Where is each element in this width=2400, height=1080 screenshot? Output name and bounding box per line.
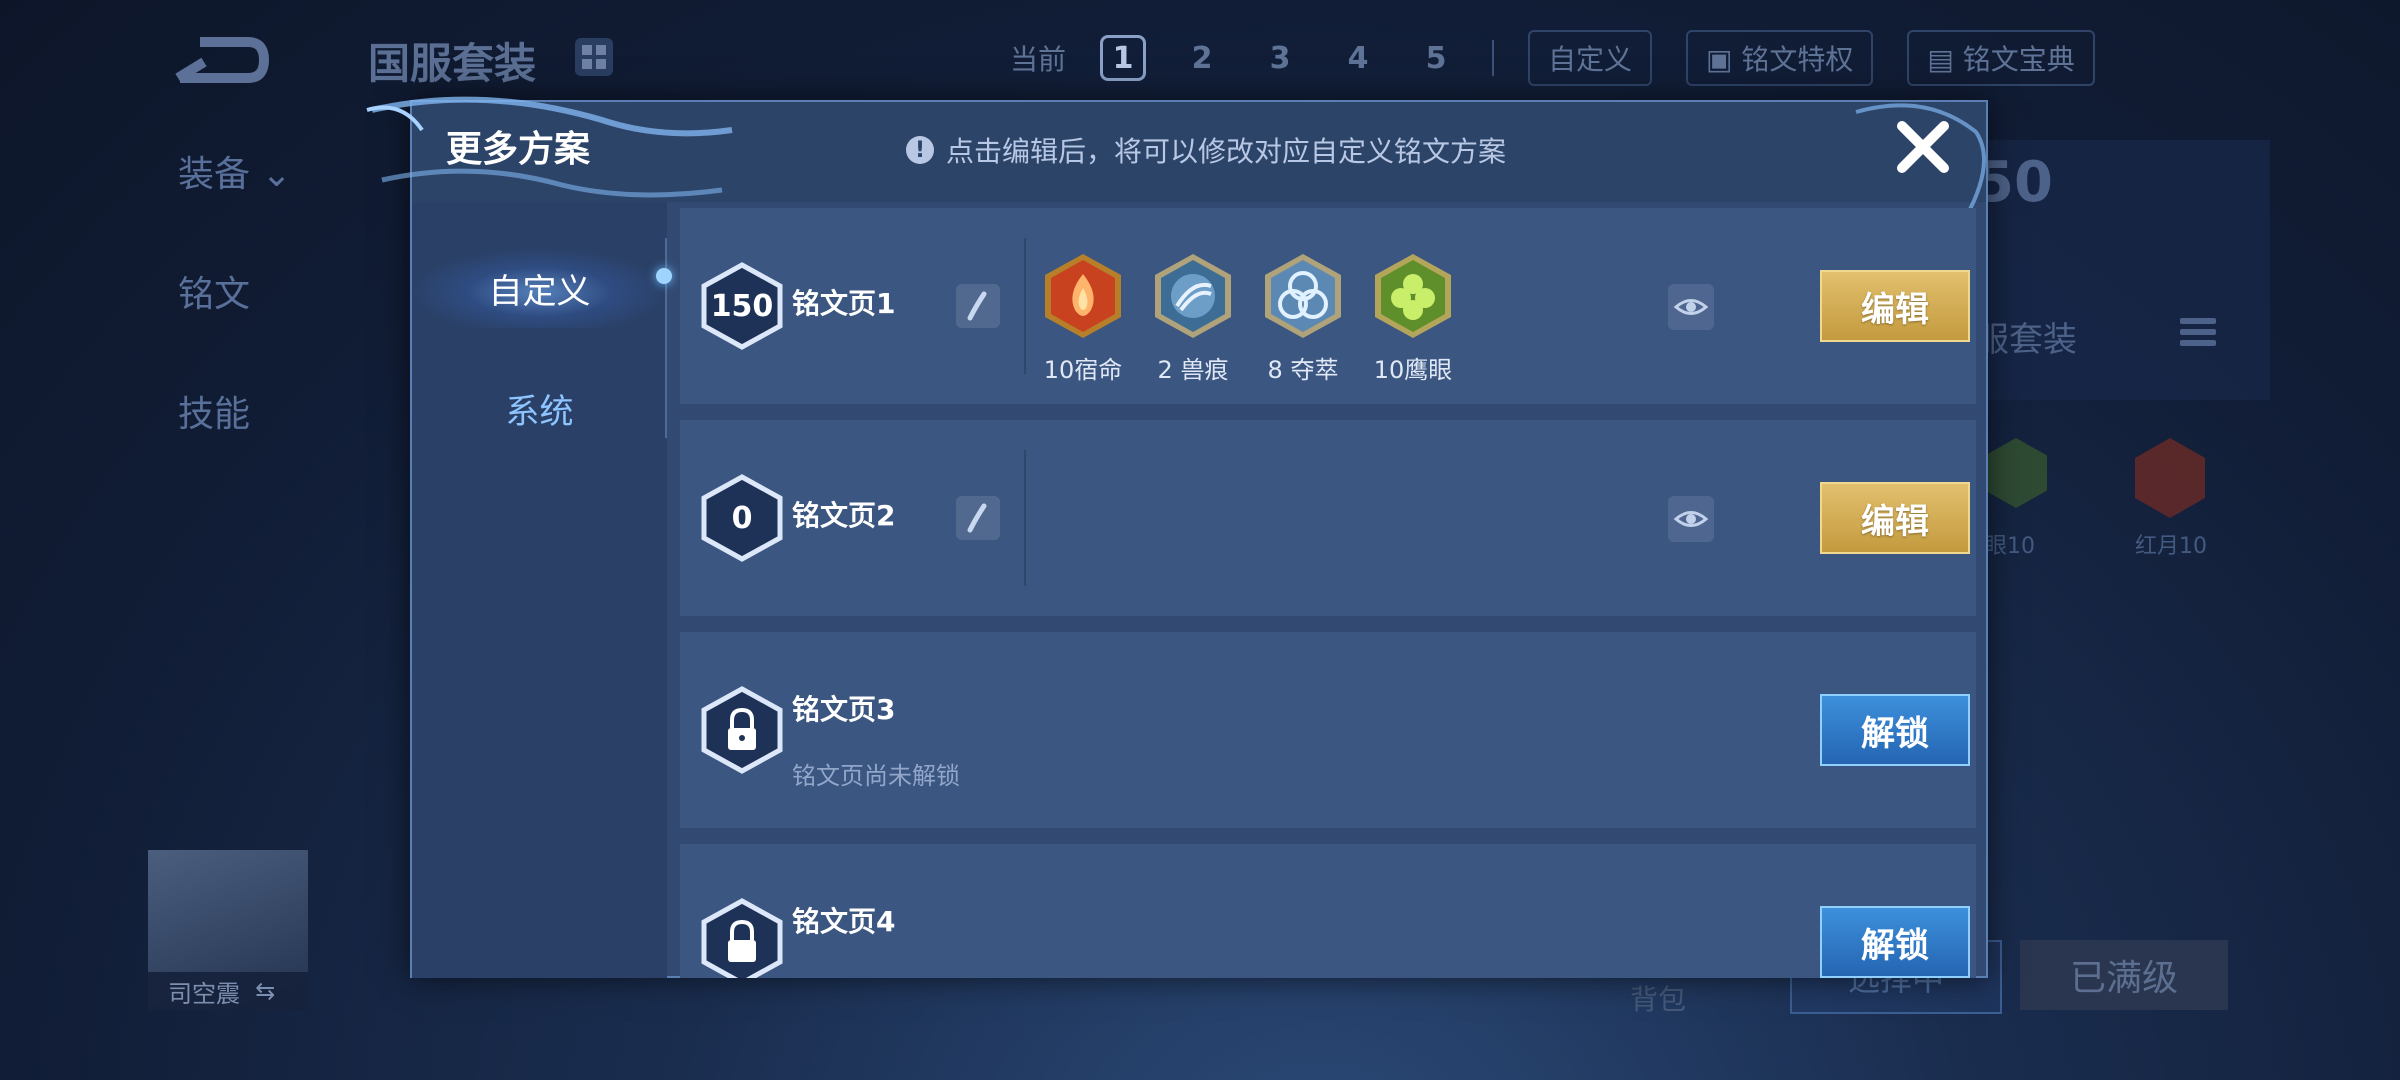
max-level-button: 已满级 (2020, 940, 2228, 1010)
page-tab-2[interactable]: 2 (1180, 36, 1224, 80)
page-tab-3[interactable]: 3 (1258, 36, 1302, 80)
rune-preview-label-1: 眼10 (1985, 534, 2035, 559)
rune-item: 10宿命 (1040, 252, 1126, 385)
codex-label: 铭文宝典 (1962, 43, 2075, 76)
nav-skills[interactable]: 技能 (178, 385, 250, 437)
rune-item: 8 夺萃 (1260, 252, 1346, 385)
lock-icon (701, 686, 783, 774)
rune-preview-label-2: 红月10 (2135, 534, 2207, 559)
flame-rune-icon (1045, 254, 1121, 338)
nav-runes[interactable]: 铭文 (178, 265, 250, 317)
rune-summary: 10宿命 2 兽痕 8 夺萃 10鹰眼 (1040, 252, 1456, 385)
page-tab-4[interactable]: 4 (1336, 36, 1380, 80)
page-name: 铭文页2 (792, 499, 896, 532)
plan-category-sidebar: 自定义 系统 (412, 202, 672, 978)
page-name: 铭文页3 (792, 693, 896, 726)
more-plans-modal: 更多方案 ! 点击编辑后，将可以修改对应自定义铭文方案 自定义 系统 150 铭… (366, 96, 1988, 978)
clover-rune-icon (1375, 254, 1451, 338)
suit-label: 服套装 (1975, 320, 2077, 360)
rune-preview-green (1985, 438, 2047, 508)
edit-hint: ! 点击编辑后，将可以修改对应自定义铭文方案 (906, 130, 1506, 170)
menu-icon[interactable] (2180, 318, 2216, 350)
rune-page-row-1: 150 铭文页1 10宿命 2 兽痕 8 夺萃 10鹰眼 编辑 (680, 208, 1976, 404)
rune-page-list[interactable]: 150 铭文页1 10宿命 2 兽痕 8 夺萃 10鹰眼 编辑 0 铭文页2 编… (680, 208, 1976, 978)
locked-status: 铭文页尚未解锁 (792, 762, 960, 790)
rune-label: 10宿命 (1043, 356, 1123, 384)
page-name: 铭文页1 (792, 287, 896, 320)
rename-pencil-icon[interactable] (956, 496, 1000, 540)
close-icon[interactable] (1888, 112, 1958, 182)
page-tab-5[interactable]: 5 (1414, 36, 1458, 80)
rune-preview-red (2135, 438, 2205, 518)
rune-page-tabs: 当前 1 2 3 4 5 自定义 ▣ 铭文特权 ▤ 铭文宝典 (1010, 30, 2095, 86)
current-label: 当前 (1010, 43, 1067, 76)
unlock-button[interactable]: 解锁 (1820, 906, 1970, 978)
custom-tab[interactable]: 自定义 (1528, 30, 1653, 86)
eye-icon[interactable] (1668, 496, 1714, 542)
rune-label: 8 夺萃 (1267, 356, 1339, 384)
bag-label[interactable]: 背包 (1630, 978, 1686, 1018)
rune-label: 2 兽痕 (1157, 356, 1229, 384)
hint-text: 点击编辑后，将可以修改对应自定义铭文方案 (946, 135, 1507, 168)
grid-icon[interactable] (575, 38, 613, 76)
rune-label: 10鹰眼 (1373, 356, 1453, 384)
edit-button[interactable]: 编辑 (1820, 270, 1970, 342)
page-level: 0 (731, 500, 753, 536)
tab-custom[interactable]: 自定义 (412, 248, 667, 328)
modal-title: 更多方案 (446, 129, 591, 170)
privilege-label: 铭文特权 (1741, 43, 1854, 76)
rename-pencil-icon[interactable] (956, 284, 1000, 328)
row-divider (1024, 238, 1026, 374)
rune-page-row-3: 铭文页3 铭文页尚未解锁 解锁 (680, 632, 1976, 828)
row-divider (1024, 450, 1026, 586)
page-tab-1[interactable]: 1 (1100, 35, 1147, 81)
active-tab-indicator (656, 268, 672, 284)
page-level: 150 (710, 288, 774, 324)
codex-button[interactable]: ▤ 铭文宝典 (1907, 30, 2095, 86)
eye-icon[interactable] (1668, 284, 1714, 330)
privilege-button[interactable]: ▣ 铭文特权 (1686, 30, 1874, 86)
tab-divider (1492, 40, 1495, 76)
knot-rune-icon (1265, 254, 1341, 338)
rune-item: 10鹰眼 (1370, 252, 1456, 385)
rune-page-row-4: 铭文页4 解锁 (680, 844, 1976, 978)
info-icon: ! (906, 136, 934, 164)
modal-header: 更多方案 ! 点击编辑后，将可以修改对应自定义铭文方案 (366, 96, 1986, 218)
back-icon[interactable] (170, 30, 270, 90)
rune-item: 2 兽痕 (1150, 252, 1236, 385)
page-name: 铭文页4 (792, 905, 896, 938)
tab-system[interactable]: 系统 (412, 368, 667, 448)
hero-name[interactable]: 司空震 ⇆ (148, 972, 308, 1010)
edit-button[interactable]: 编辑 (1820, 482, 1970, 554)
rune-page-row-2: 0 铭文页2 编辑 (680, 420, 1976, 616)
lock-icon (701, 898, 783, 978)
nav-equipment[interactable]: 装备 ⌄ (178, 145, 292, 197)
unlock-button[interactable]: 解锁 (1820, 694, 1970, 766)
claw-rune-icon (1155, 254, 1231, 338)
suit-title: 国服套装 (368, 39, 537, 88)
